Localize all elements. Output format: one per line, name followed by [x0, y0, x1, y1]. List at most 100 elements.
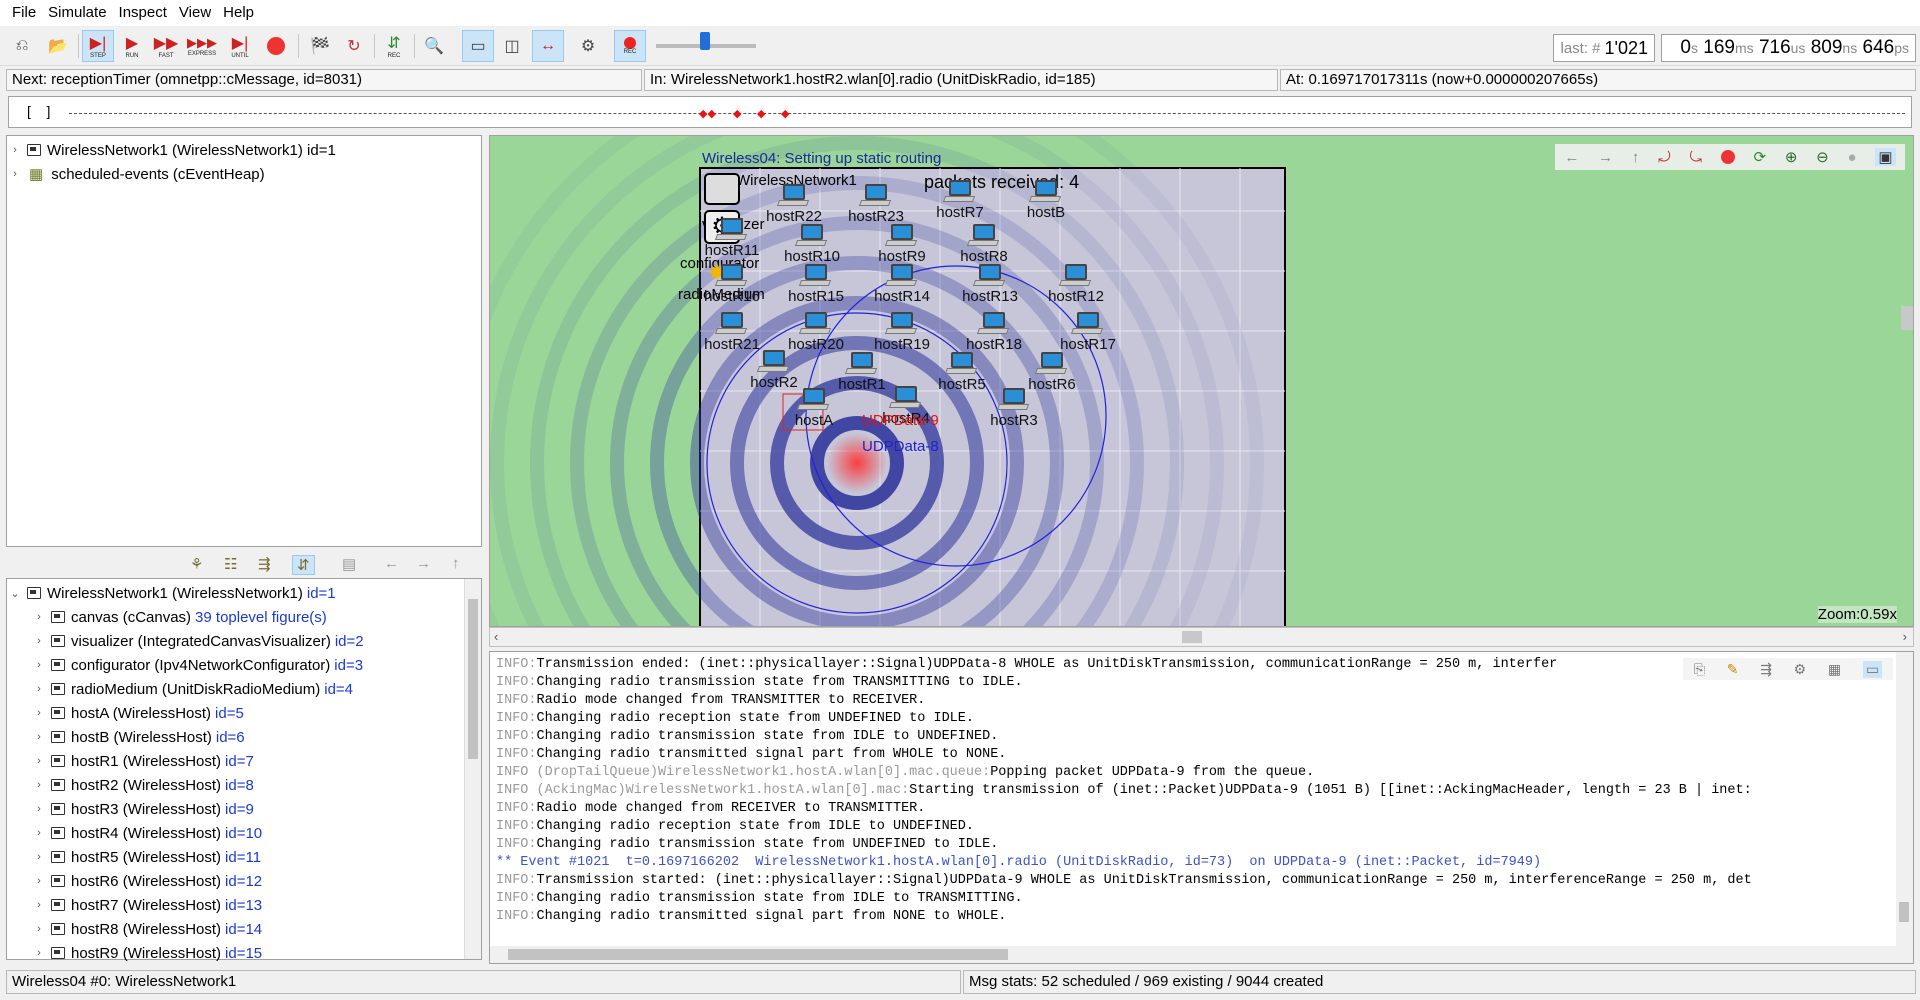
forward-arrow-icon[interactable]: → [1598, 149, 1613, 166]
messages-view-icon[interactable]: ▦ [1828, 661, 1841, 678]
chevron-right-icon[interactable]: › [31, 827, 47, 839]
hscroll-thumb[interactable] [1182, 631, 1202, 643]
layers-icon[interactable]: ▣ [1875, 148, 1896, 166]
search-icon[interactable]: 🔍 [418, 30, 450, 62]
up-arrow-icon[interactable]: ↑ [1632, 149, 1640, 166]
laptop-icon[interactable] [1028, 180, 1062, 206]
express-run-button[interactable]: ▶▶▶ EXPRESS [186, 30, 218, 62]
chevron-right-icon[interactable]: › [31, 947, 47, 959]
tree-item[interactable]: › hostR1 (WirelessHost) id=7 [7, 749, 481, 773]
scroll-left-icon[interactable]: ‹ [494, 629, 498, 644]
inheritance-view-icon[interactable]: ▤ [342, 555, 356, 573]
event-timeline[interactable]: [ ] ◆◆ ◆ ◆ ◆ [8, 96, 1912, 128]
laptop-icon[interactable] [798, 264, 832, 290]
laptop-icon[interactable] [1034, 352, 1068, 378]
chevron-right-icon[interactable]: › [31, 611, 47, 623]
fast-run-button[interactable]: ▶▶ FAST [150, 30, 182, 62]
run-button[interactable]: ▶ RUN [116, 30, 148, 62]
tree-scrollbar-thumb[interactable] [468, 599, 478, 759]
laptop-icon[interactable] [944, 352, 978, 378]
chevron-right-icon[interactable]: › [31, 683, 47, 695]
chevron-down-icon[interactable]: ⌄ [7, 587, 23, 600]
tree-item[interactable]: › hostR6 (WirelessHost) id=12 [7, 869, 481, 893]
laptop-icon[interactable] [756, 350, 790, 376]
chevron-right-icon[interactable]: › [7, 168, 23, 180]
log-vscrollbar[interactable] [1896, 652, 1913, 963]
laptop-icon[interactable] [884, 264, 918, 290]
menu-simulate[interactable]: Simulate [42, 0, 112, 26]
chevron-right-icon[interactable]: › [31, 707, 47, 719]
laptop-icon[interactable] [972, 264, 1006, 290]
stop-button[interactable] [260, 30, 292, 62]
laptop-icon[interactable] [796, 388, 830, 414]
tree-item-scheduled-events[interactable]: › ▦ scheduled-events (cEventHeap) [7, 162, 481, 186]
laptop-icon[interactable] [714, 218, 748, 244]
filter-icon[interactable]: ⇶ [1760, 661, 1772, 678]
tree-item-network[interactable]: › WirelessNetwork1 (WirelessNetwork1) id=… [7, 138, 481, 162]
laptop-icon[interactable] [1070, 312, 1104, 338]
chevron-right-icon[interactable]: › [31, 731, 47, 743]
tree-view-icon[interactable]: ⇵ [292, 555, 315, 575]
timeline-event-marker[interactable]: ◆ [733, 107, 741, 120]
tree-item[interactable]: › hostR2 (WirelessHost) id=8 [7, 773, 481, 797]
tree-item[interactable]: › hostA (WirelessHost) id=5 [7, 701, 481, 725]
laptop-icon[interactable] [1058, 264, 1092, 290]
chevron-right-icon[interactable]: › [31, 755, 47, 767]
stop-icon[interactable] [1720, 150, 1735, 164]
menu-view[interactable]: View [173, 0, 217, 26]
chevron-right-icon[interactable]: › [31, 779, 47, 791]
up-arrow-icon[interactable]: ↑ [452, 555, 460, 572]
tree-item[interactable]: › hostR8 (WirelessHost) id=14 [7, 917, 481, 941]
menu-help[interactable]: Help [217, 0, 260, 26]
laptop-icon[interactable] [966, 224, 1000, 250]
laptop-icon[interactable] [798, 312, 832, 338]
menu-inspect[interactable]: Inspect [113, 0, 173, 26]
laptop-icon[interactable] [996, 388, 1030, 414]
zoom-out-icon[interactable]: ⊖ [1816, 148, 1829, 166]
menu-file[interactable]: File [6, 0, 42, 26]
tree-item[interactable]: › hostR7 (WirelessHost) id=13 [7, 893, 481, 917]
chevron-right-icon[interactable]: › [31, 923, 47, 935]
step-button[interactable]: ▶| STEP [82, 30, 114, 62]
log-view-icon[interactable]: ▭ [1862, 660, 1883, 678]
timeline-event-marker[interactable]: ◆ [781, 107, 789, 120]
chevron-right-icon[interactable]: › [31, 635, 47, 647]
log-hscroll-thumb[interactable] [508, 949, 1008, 960]
find-icon[interactable]: ✎ [1727, 661, 1739, 678]
tree-item[interactable]: › hostB (WirelessHost) id=6 [7, 725, 481, 749]
load-ned-icon[interactable]: 📂 [42, 30, 74, 62]
log-vscroll-thumb[interactable] [1899, 902, 1909, 922]
copy-icon[interactable]: ⎘ [1694, 661, 1705, 678]
laptop-icon[interactable] [888, 386, 922, 412]
group-by-icon[interactable]: ⚘ [190, 555, 203, 573]
canvas-vscroll-thumb[interactable] [1901, 306, 1913, 330]
laptop-icon[interactable] [714, 312, 748, 338]
network-canvas[interactable]: Wireless04: Setting up static routing Wi… [489, 135, 1914, 627]
tree-item[interactable]: › hostR4 (WirelessHost) id=10 [7, 821, 481, 845]
tree-item[interactable]: ⌄ WirelessNetwork1 (WirelessNetwork1) id=1 [7, 581, 481, 605]
tree-item[interactable]: › hostR3 (WirelessHost) id=9 [7, 797, 481, 821]
tree-item[interactable]: › configurator (Ipv4NetworkConfigurator) i… [7, 653, 481, 677]
flat-view-icon[interactable]: ☷ [224, 555, 237, 573]
chevron-right-icon[interactable]: › [31, 875, 47, 887]
gear-icon[interactable]: ⚙ [1794, 661, 1807, 678]
zoom-in-icon[interactable]: ⊕ [1785, 148, 1798, 166]
timeline-event-marker[interactable]: ◆ [757, 107, 765, 120]
chevron-right-icon[interactable]: › [31, 851, 47, 863]
laptop-icon[interactable] [794, 224, 828, 250]
tree-item[interactable]: › hostR9 (WirelessHost) id=15 [7, 941, 481, 965]
laptop-icon[interactable] [976, 312, 1010, 338]
rewind-icon[interactable]: ↻ [338, 30, 370, 62]
gear-icon[interactable]: ⚙ [572, 30, 604, 62]
tree-item[interactable]: › canvas (cCanvas) 39 toplevel figure(s) [7, 605, 481, 629]
laptop-icon[interactable] [942, 180, 976, 206]
laptop-icon[interactable] [714, 264, 748, 290]
laptop-icon[interactable] [884, 224, 918, 250]
tree-item[interactable]: › visualizer (IntegratedCanvasVisualizer)… [7, 629, 481, 653]
laptop-icon[interactable] [776, 184, 810, 210]
back-arrow-icon[interactable]: ← [384, 555, 399, 572]
layout-vertical-icon[interactable]: ◫ [496, 30, 528, 62]
finish-flag-icon[interactable]: 🏁 [304, 30, 336, 62]
log-hscrollbar[interactable] [490, 946, 1898, 963]
chevron-right-icon[interactable]: › [31, 899, 47, 911]
